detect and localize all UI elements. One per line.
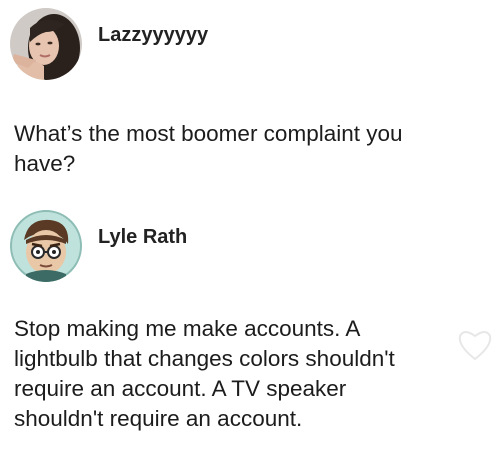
question-text: What’s the most boomer complaint you hav…: [14, 121, 403, 176]
profile-photo-icon[interactable]: [10, 8, 82, 80]
question-author-row: Lazzyyyyyy: [10, 8, 208, 80]
answer-post: Lyle Rath Stop making me make accounts. …: [0, 190, 500, 474]
cartoon-avatar-icon[interactable]: [10, 210, 82, 282]
heart-watermark-icon: [454, 326, 496, 362]
answer-author-row: Lyle Rath: [10, 210, 187, 282]
question-post: Lazzyyyyyy What’s the most boomer compla…: [0, 0, 500, 190]
question-author-name[interactable]: Lazzyyyyyy: [98, 24, 208, 47]
answer-author-name[interactable]: Lyle Rath: [98, 226, 187, 249]
answer-text: Stop making me make accounts. A lightbul…: [14, 316, 395, 431]
